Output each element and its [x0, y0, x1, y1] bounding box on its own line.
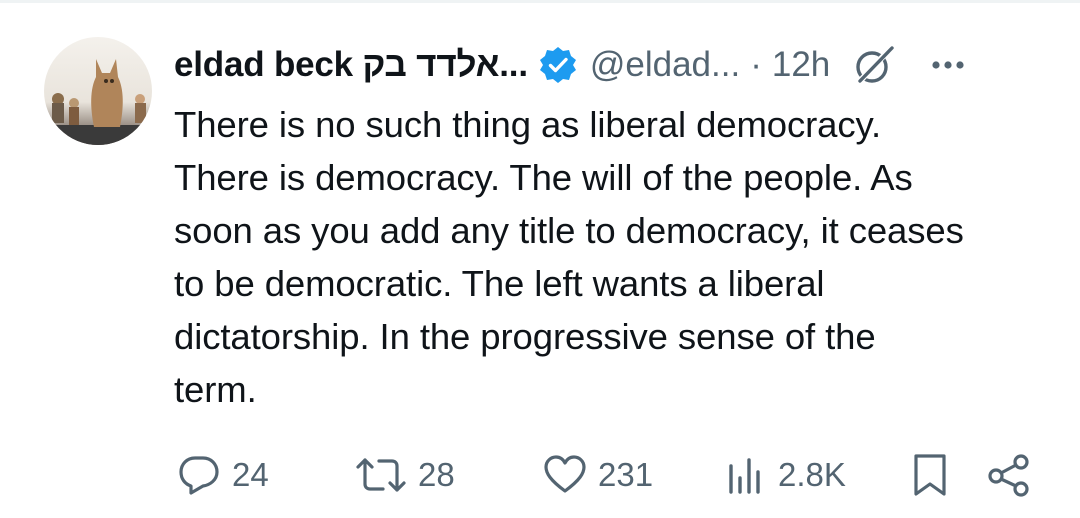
- views-count: 2.8K: [778, 456, 846, 493]
- author-handle[interactable]: @eldad...: [590, 45, 740, 85]
- separator-dot: ·: [750, 45, 762, 84]
- author-name[interactable]: eldad beck אלדד בק...: [174, 45, 528, 85]
- post-text-line: There is democracy. The will of the peop…: [174, 157, 913, 198]
- like-button[interactable]: 231: [542, 445, 653, 505]
- post-header: eldad beck אלדד בק... @eldad... · 12h: [174, 38, 1060, 92]
- more-icon[interactable]: [926, 43, 970, 87]
- avatar-photo: [44, 37, 152, 145]
- post-time[interactable]: 12h: [772, 45, 830, 85]
- post-text-line: term.: [174, 369, 257, 410]
- share-icon: [988, 454, 1029, 497]
- bookmark-icon: [914, 454, 946, 496]
- bookmark-button[interactable]: [908, 445, 952, 505]
- reply-count: 24: [232, 456, 269, 493]
- repost-button[interactable]: 28: [354, 445, 455, 505]
- post-text: There is no such thing as liberal democr…: [174, 98, 1054, 416]
- action-bar: 24 28 231 2.8K: [174, 445, 1034, 505]
- repost-icon: [356, 458, 406, 492]
- avatar[interactable]: [44, 37, 152, 145]
- reply-icon: [179, 456, 219, 495]
- post-text-line: dictatorship. In the progressive sense o…: [174, 316, 876, 357]
- views-icon: [729, 458, 760, 494]
- heart-icon: [544, 455, 586, 493]
- grok-icon[interactable]: [852, 43, 896, 87]
- repost-count: 28: [418, 456, 455, 493]
- verified-badge-icon: [539, 47, 576, 83]
- divider: [0, 0, 1080, 3]
- like-count: 231: [598, 456, 654, 493]
- reply-button[interactable]: 24: [176, 445, 269, 505]
- post-text-line: to be democratic. The left wants a liber…: [174, 263, 825, 304]
- share-button[interactable]: [986, 445, 1032, 505]
- post-text-line: There is no such thing as liberal democr…: [174, 104, 882, 145]
- post-text-line: soon as you add any title to democracy, …: [174, 210, 964, 251]
- views-button[interactable]: 2.8K: [722, 445, 846, 505]
